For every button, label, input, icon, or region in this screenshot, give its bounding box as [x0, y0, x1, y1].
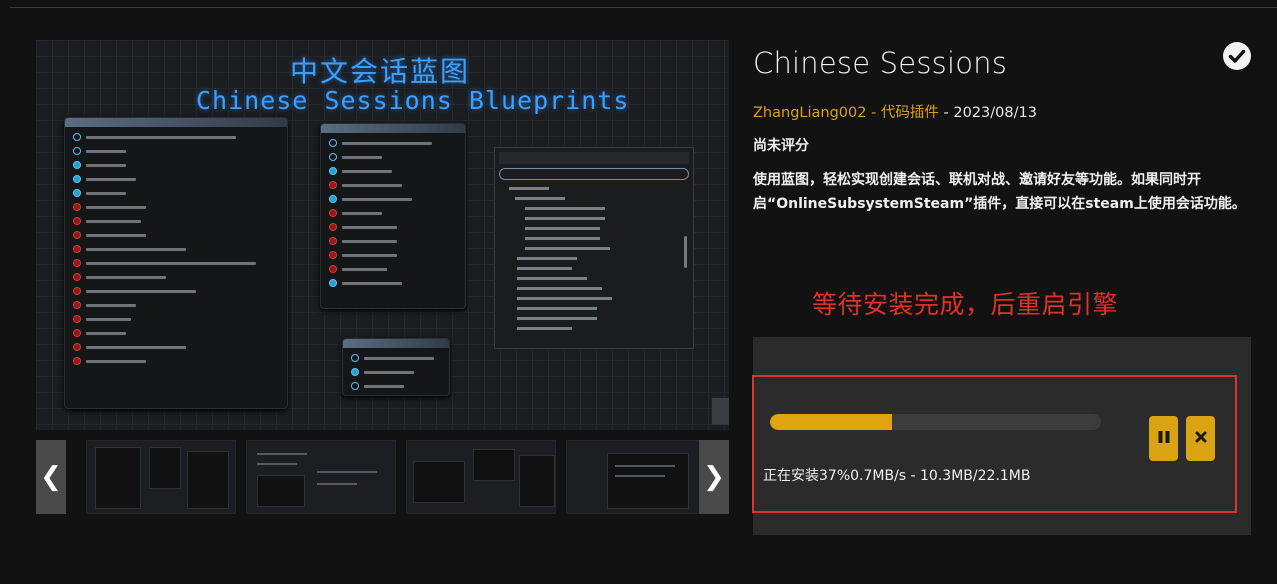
thumbnail-1[interactable]: [86, 440, 236, 514]
author-link[interactable]: ZhangLiang002: [753, 105, 866, 121]
install-progress-bar: [770, 414, 1101, 430]
thumbnail-2[interactable]: [246, 440, 396, 514]
check-circle-icon: [1223, 42, 1251, 70]
install-status: 正在安装37%0.7MB/s - 10.3MB/22.1MB: [763, 468, 1031, 484]
restart-notice: 等待安装完成，后重启引擎: [812, 290, 1119, 319]
pause-button[interactable]: [1149, 416, 1178, 461]
thumbnail-strip: ❮ ❯: [36, 440, 729, 514]
preview-image[interactable]: 中文会话蓝图 Chinese Sessions Blueprints ▆: [36, 40, 729, 430]
plugin-description: 使用蓝图，轻松实现创建会话、联机对战、邀请好友等功能。如果同时开启“Online…: [753, 172, 1246, 212]
chevron-left-icon: ❮: [40, 462, 62, 492]
thumbnail-4[interactable]: [566, 440, 716, 514]
watermark-glyph: ▆: [712, 390, 729, 425]
top-divider: [10, 7, 1277, 8]
plugin-meta: ZhangLiang002 - 代码插件 - 2023/08/13: [753, 101, 1037, 122]
gallery-next-button[interactable]: ❯: [699, 440, 729, 514]
cancel-button[interactable]: [1186, 416, 1215, 461]
action-list-scrollbar: [684, 236, 687, 268]
blueprint-node: [342, 338, 450, 396]
chevron-right-icon: ❯: [703, 462, 725, 492]
rating-text: 尚未评分: [753, 138, 809, 154]
preview-title-en: Chinese Sessions Blueprints: [196, 86, 630, 115]
category-link[interactable]: 代码插件: [881, 105, 939, 121]
thumbnail-3[interactable]: [406, 440, 556, 514]
meta-separator: -: [866, 105, 881, 121]
close-icon: [1194, 429, 1208, 448]
pause-icon: [1156, 429, 1172, 449]
plugin-title: Chinese Sessions: [753, 46, 1008, 80]
preview-title-cn: 中文会话蓝图: [290, 55, 471, 88]
blueprint-node: [64, 117, 288, 409]
install-progress-fill: [770, 414, 893, 430]
blueprint-node: [320, 123, 466, 309]
blueprint-action-list: [494, 147, 694, 349]
meta-separator: -: [938, 105, 954, 121]
release-date: 2023/08/13: [953, 105, 1037, 121]
gallery-prev-button[interactable]: ❮: [36, 440, 66, 514]
